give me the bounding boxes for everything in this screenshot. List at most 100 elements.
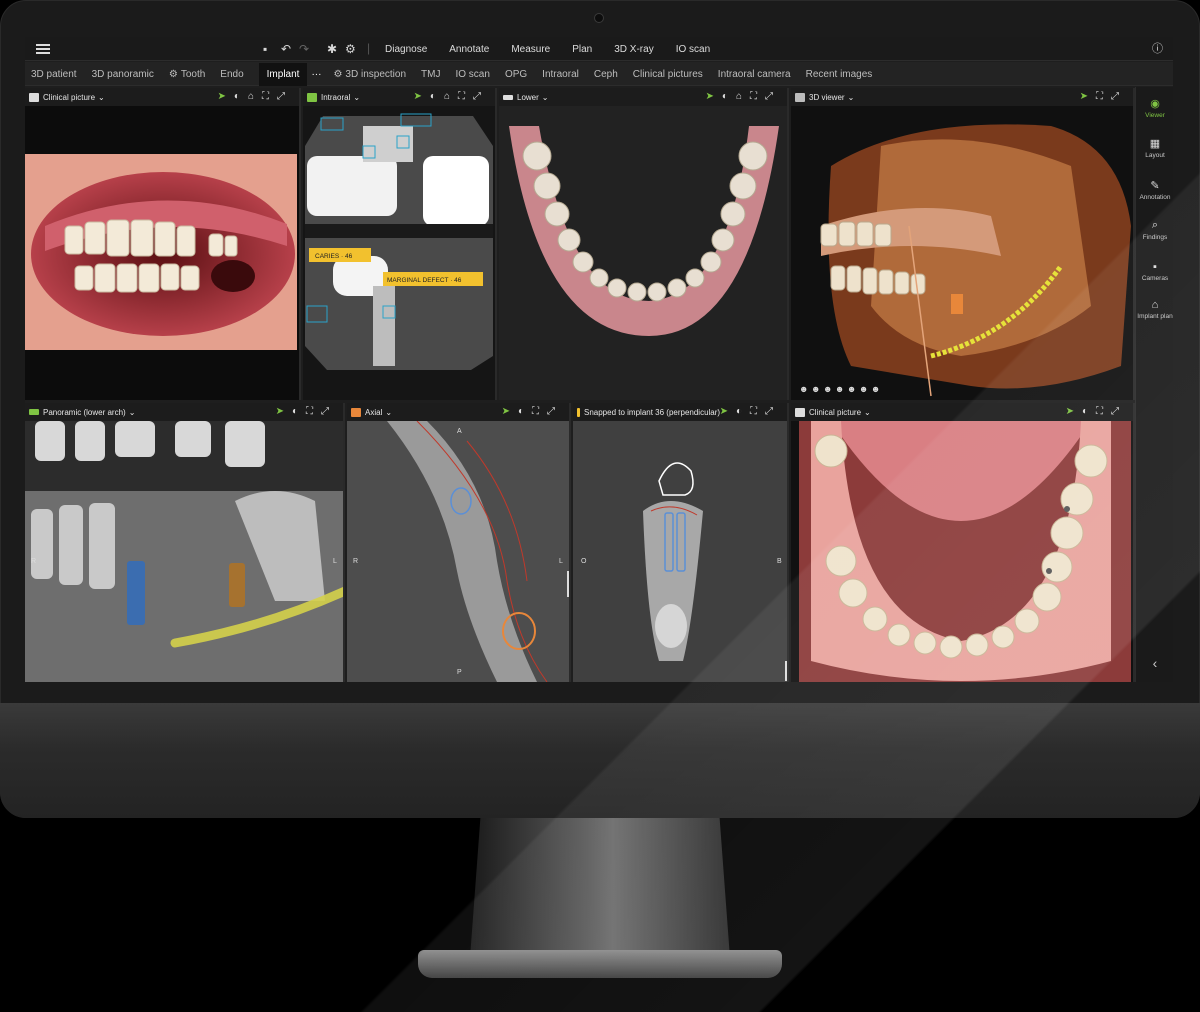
panel-header: Axial ⌄ ➤◐⛶⤢ — [347, 403, 569, 421]
chevron-down-icon[interactable]: ⌄ — [353, 93, 360, 102]
sidebar-item-cameras[interactable]: ▪ Cameras — [1136, 261, 1173, 282]
tab-endo[interactable]: Endo — [220, 69, 243, 80]
mode-annotate[interactable]: Annotate — [449, 44, 489, 55]
chevron-down-icon[interactable]: ⌄ — [98, 93, 105, 102]
axial-color-swatch — [351, 407, 361, 417]
panel-clinical-picture-bottom[interactable]: Clinical picture ⌄ ➤◐⛶⤢ — [791, 403, 1135, 682]
redo-icon[interactable]: ↷ — [299, 42, 309, 56]
mode-3d-xray[interactable]: 3D X-ray — [614, 44, 653, 55]
toolbar-divider: | — [367, 41, 371, 55]
panel-tools[interactable]: ➤◐⛶⤢ — [1066, 406, 1127, 417]
tab-recent-images[interactable]: Recent images — [806, 69, 873, 80]
tab-opg[interactable]: OPG — [505, 69, 527, 80]
chevron-down-icon[interactable]: ⌄ — [542, 93, 549, 102]
more-tabs-button[interactable]: ··· — [311, 69, 321, 80]
tab-tmj[interactable]: TMJ — [421, 69, 440, 80]
tab-tooth-label: Tooth — [180, 68, 206, 80]
hamburger-icon[interactable] — [36, 42, 50, 56]
sidebar-item-viewer[interactable]: ◉ Viewer — [1136, 97, 1173, 119]
panel-title: Lower — [517, 92, 539, 102]
tooth-wheel-icon[interactable]: ✱ — [327, 42, 337, 56]
tab-ceph[interactable]: Ceph — [594, 69, 618, 80]
chevron-down-icon[interactable]: ⌄ — [848, 93, 855, 102]
tab-implant[interactable]: Implant — [258, 62, 308, 86]
sidebar-item-implant-plan[interactable]: ⌂ Implant plan — [1136, 299, 1173, 320]
tab-3d-inspection[interactable]: ⚙ 3D inspection — [333, 69, 406, 80]
lower-arch-photo — [799, 421, 1131, 682]
workspace-tabs: 3D patient 3D panoramic ⚙ Tooth Endo Impl… — [25, 62, 1173, 86]
orientation-posterior-marker: P — [457, 669, 462, 676]
webcam — [594, 13, 604, 23]
undo-icon[interactable]: ↶ — [281, 42, 291, 56]
right-sidebar: ◉ Viewer ▦ Layout ✎ Annotation ⌕ Findings ▪ C… — [1135, 87, 1173, 682]
cursor-icon[interactable]: ➤ — [1066, 406, 1082, 417]
photo-icon — [29, 92, 39, 102]
panel-lower-scan[interactable]: Lower ⌄ ➤◐⌂⛶⤢ — [499, 88, 789, 400]
tab-io-scan[interactable]: IO scan — [455, 69, 489, 80]
orientation-left-marker: L — [333, 558, 337, 565]
settings-icon[interactable]: ⚙ — [345, 42, 356, 56]
tab-intraoral[interactable]: Intraoral — [542, 69, 579, 80]
cursor-icon[interactable]: ➤ — [502, 406, 518, 417]
chevron-left-icon[interactable]: ‹ — [1136, 655, 1173, 671]
skull-icon[interactable]: ☻ ☻ ☻ ☻ ☻ ☻ ☻ — [799, 384, 880, 394]
sidebar-item-label: Findings — [1142, 234, 1168, 241]
cursor-icon[interactable]: ➤ — [706, 91, 722, 102]
cursor-icon[interactable]: ➤ — [720, 406, 736, 417]
panel-3d-viewer[interactable]: 3D viewer ⌄ ➤⛶⤢ ☻ ☻ ☻ ☻ ☻ ☻ ☻ — [791, 88, 1135, 400]
app-window: ▪ ↶ ↷ ✱ ⚙ | Diagnose Annotate Measure Pl… — [25, 37, 1173, 682]
monitor-chin — [0, 703, 1200, 818]
chevron-down-icon[interactable]: ⌄ — [864, 408, 871, 417]
caries-label[interactable]: CARIES · 46 — [315, 253, 353, 260]
intraoral-xray-image: CARIES · 46 MARGINAL DEFECT · 46 — [305, 113, 493, 370]
mode-plan[interactable]: Plan — [572, 44, 592, 55]
marginal-defect-label[interactable]: MARGINAL DEFECT · 46 — [387, 277, 462, 284]
panel-intraoral[interactable]: Intraoral ⌄ ➤◐⌂⛶⤢ CARIES · 46 MARGINAL D… — [303, 88, 497, 400]
panel-axial[interactable]: Axial ⌄ ➤◐⛶⤢ A P R L — [347, 403, 571, 682]
mode-diagnose[interactable]: Diagnose — [385, 44, 427, 55]
slice-scrollbar[interactable] — [785, 661, 789, 681]
panel-panoramic[interactable]: Panoramic (lower arch) ⌄ ➤◐⛶⤢ R L — [25, 403, 345, 682]
save-icon[interactable]: ▪ — [263, 42, 267, 56]
chevron-down-icon[interactable]: ⌄ — [385, 408, 392, 417]
sidebar-item-annotation[interactable]: ✎ Annotation — [1136, 179, 1173, 201]
sidebar-item-findings[interactable]: ⌕ Findings — [1136, 219, 1173, 241]
cursor-icon[interactable]: ➤ — [276, 406, 292, 417]
panel-title: Clinical picture — [43, 92, 96, 102]
camera-icon: ▪ — [1153, 261, 1157, 273]
panoramic-xray-image: R L — [25, 421, 343, 682]
tab-clinical-pictures[interactable]: Clinical pictures — [633, 69, 703, 80]
orientation-right-marker: R — [31, 558, 36, 565]
sidebar-item-layout[interactable]: ▦ Layout — [1136, 137, 1173, 159]
mode-io-scan[interactable]: IO scan — [676, 44, 710, 55]
sidebar-item-label: Cameras — [1141, 275, 1169, 282]
orientation-right-marker: R — [353, 558, 358, 565]
chevron-down-icon[interactable]: ⌄ — [129, 408, 136, 417]
panel-tools[interactable]: ➤◐⌂⛶⤢ — [706, 91, 781, 102]
help-icon[interactable]: ⓘ — [1152, 42, 1163, 56]
panel-tools[interactable]: ➤◐⌂⛶⤢ — [414, 91, 489, 102]
panel-snapped-implant[interactable]: Snapped to implant 36 (perpendicular) ➤◐… — [573, 403, 789, 682]
tab-3d-patient[interactable]: 3D patient — [31, 69, 77, 80]
tab-tooth[interactable]: ⚙ Tooth — [169, 69, 205, 80]
panel-tools[interactable]: ➤⛶⤢ — [1080, 91, 1127, 102]
panel-clinical-picture-top[interactable]: Clinical picture ⌄ ➤◐⌂⛶⤢ — [25, 88, 301, 400]
panel-title: Axial — [365, 407, 383, 417]
orientation-left-marker: L — [559, 558, 563, 565]
cursor-icon[interactable]: ➤ — [1080, 91, 1096, 102]
slice-scrollbar[interactable] — [567, 571, 571, 597]
tab-3d-panoramic[interactable]: 3D panoramic — [92, 69, 154, 80]
cursor-icon[interactable]: ➤ — [414, 91, 430, 102]
cube-icon — [795, 92, 805, 102]
mode-measure[interactable]: Measure — [511, 44, 550, 55]
lower-arch-3d-scan — [509, 126, 779, 336]
tooth-icon: ⚙ — [168, 68, 178, 80]
panel-tools[interactable]: ➤◐⛶⤢ — [502, 406, 563, 417]
panel-tools[interactable]: ➤◐⛶⤢ — [276, 406, 337, 417]
cursor-icon[interactable]: ➤ — [218, 91, 234, 102]
marginal-defect-annotation: MARGINAL DEFECT · 46 — [383, 272, 483, 286]
panel-tools[interactable]: ➤◐⛶⤢ — [720, 406, 781, 417]
tab-intraoral-camera[interactable]: Intraoral camera — [718, 69, 791, 80]
snapped-color-swatch — [577, 407, 580, 417]
panel-tools[interactable]: ➤◐⌂⛶⤢ — [218, 91, 293, 102]
